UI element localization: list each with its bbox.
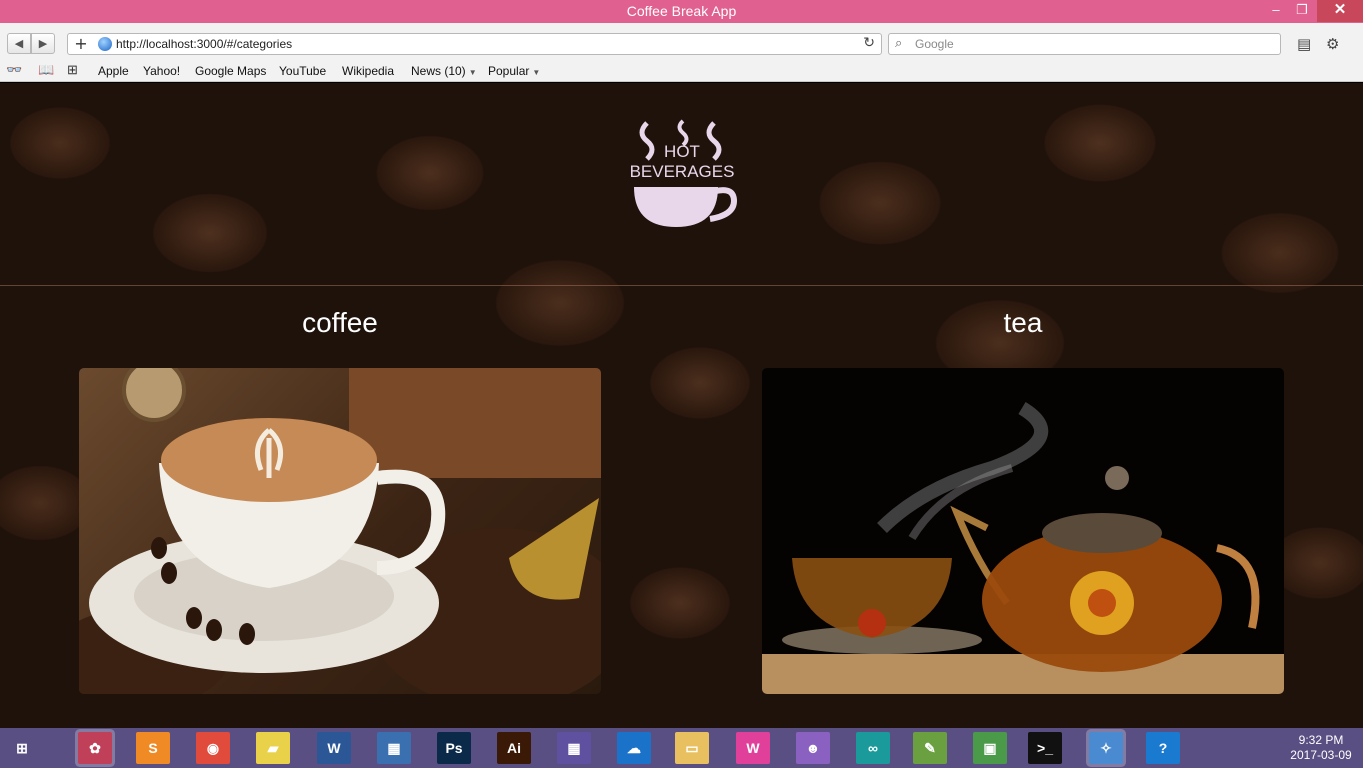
forward-button[interactable]: ▶ (31, 33, 55, 54)
taskbar-notes-icon[interactable]: ▰ (256, 732, 290, 764)
taskbar-explorer-icon[interactable]: ▭ (675, 732, 709, 764)
reading-list-icon[interactable]: 👓 (6, 62, 22, 78)
tea-flower (858, 609, 886, 637)
back-button[interactable]: ◀ (7, 33, 31, 54)
clock-time: 9:32 PM (1298, 733, 1344, 747)
close-button[interactable]: ✕ (1317, 0, 1363, 22)
steam (877, 401, 1049, 533)
window-title: Coffee Break App (626, 3, 737, 19)
chevron-down-icon: ▼ (468, 68, 477, 77)
cup-icon (634, 187, 718, 227)
teapot-handle (1216, 544, 1260, 629)
category-card-tea[interactable] (762, 368, 1284, 694)
bookmarks-bar: 👓 📖 ⊞ Apple Yahoo! Google Maps YouTube W… (0, 60, 1363, 82)
teapot-knob (1105, 466, 1129, 490)
taskbar-onedrive-icon[interactable]: ☁ (617, 732, 651, 764)
category-title-coffee[interactable]: coffee (79, 303, 601, 343)
taskbar-chrome-icon[interactable]: ◉ (196, 732, 230, 764)
category-card-coffee[interactable] (79, 368, 601, 694)
taskbar-word-icon[interactable]: W (317, 732, 351, 764)
taskbar-paint-icon[interactable]: ✿ (78, 732, 112, 764)
chevron-down-icon: ▼ (532, 68, 541, 77)
maximize-button[interactable]: ❐ (1290, 0, 1314, 22)
search-box[interactable]: ⌕ (888, 33, 1281, 55)
globe-icon (98, 37, 112, 51)
coffee-bean-icon (151, 537, 167, 559)
browser-toolbar: ◀ ▶ + http://localhost:3000/#/categories… (0, 23, 1363, 60)
taskbar-start-icon[interactable]: ⊞ (5, 732, 39, 764)
taskbar-wamp-icon[interactable]: W (736, 732, 770, 764)
clock-date: 2017-03-09 (1290, 748, 1352, 762)
bookmark-news[interactable]: News (10) ▼ (411, 63, 477, 79)
taskbar-help-icon[interactable]: ? (1146, 732, 1180, 764)
bookmark-popular[interactable]: Popular ▼ (488, 63, 540, 79)
bookmark-apple[interactable]: Apple (98, 63, 129, 79)
logo-text-hot: HOT (664, 142, 700, 161)
top-sites-icon[interactable]: ⊞ (67, 62, 78, 78)
bookmark-popular-label: Popular (488, 64, 530, 78)
search-icon: ⌕ (895, 36, 903, 51)
minimize-button[interactable]: – (1264, 0, 1288, 22)
bookmarks-icon[interactable]: 📖 (38, 62, 54, 78)
steam-icon (706, 121, 722, 161)
url-text[interactable]: http://localhost:3000/#/categories (116, 34, 292, 54)
taskbar-arduino-icon[interactable]: ∞ (856, 732, 890, 764)
taskbar-safari-icon[interactable]: ✧ (1089, 732, 1123, 764)
taskbar-calendar-icon[interactable]: ▦ (557, 732, 591, 764)
reload-icon[interactable]: ↻ (863, 34, 875, 54)
coffee-cup-image (79, 368, 601, 694)
teapot-lid (1042, 513, 1162, 553)
hot-beverages-logo: HOT BEVERAGES (630, 119, 738, 227)
bookmark-google-maps[interactable]: Google Maps (195, 63, 266, 79)
header-divider (0, 285, 1363, 286)
coffee-bean-icon (206, 619, 222, 641)
logo-text-beverages: BEVERAGES (630, 162, 735, 181)
taskbar-manager-icon[interactable]: ▣ (973, 732, 1007, 764)
taskbar-illustrator-icon[interactable]: Ai (497, 732, 531, 764)
bamboo-mat (762, 654, 1284, 694)
taskbar-notepad-icon[interactable]: ✎ (913, 732, 947, 764)
address-bar[interactable]: + http://localhost:3000/#/categories ↻ (67, 33, 882, 55)
teapot-image (762, 401, 1284, 694)
steam-icon (639, 121, 655, 161)
clock-icon (122, 368, 186, 422)
taskbar: ⊞ ✿ S ◉ ▰ W ▦ Ps Ai ▦ ☁ ▭ W ☻ ∞ ✎ ▣ >_ ✧? 9:32 PM 2017-03-… (0, 728, 1363, 768)
new-tab-button[interactable]: + (72, 34, 90, 54)
taskbar-calculator-icon[interactable]: ▦ (377, 732, 411, 764)
taskbar-terminal-icon[interactable]: >_ (1028, 732, 1062, 764)
system-clock[interactable]: 9:32 PM 2017-03-09 (1282, 733, 1360, 763)
bookmark-news-label: News (10) (411, 64, 466, 78)
taskbar-cat-icon[interactable]: ☻ (796, 732, 830, 764)
bookmark-yahoo[interactable]: Yahoo! (143, 63, 180, 79)
bookmark-wikipedia[interactable]: Wikipedia (342, 63, 394, 79)
category-title-tea[interactable]: tea (762, 303, 1284, 343)
search-input[interactable] (915, 35, 1275, 53)
gear-icon[interactable]: ⚙ (1326, 35, 1339, 53)
coffee-bean-icon (186, 607, 202, 629)
tea-flower-center (1088, 589, 1116, 617)
bookmark-youtube[interactable]: YouTube (279, 63, 326, 79)
page-content: HOT BEVERAGES coffee tea (0, 83, 1363, 728)
wooden-box (349, 368, 601, 478)
page-menu-icon[interactable]: ▤ (1297, 35, 1311, 53)
window-titlebar: Coffee Break App – ❐ ✕ (0, 0, 1363, 23)
coffee-bean-icon (239, 623, 255, 645)
taskbar-sublime-icon[interactable]: S (136, 732, 170, 764)
taskbar-photoshop-icon[interactable]: Ps (437, 732, 471, 764)
screen: Coffee Break App – ❐ ✕ ◀ ▶ + http://loca… (0, 0, 1363, 768)
coffee-bean-icon (161, 562, 177, 584)
